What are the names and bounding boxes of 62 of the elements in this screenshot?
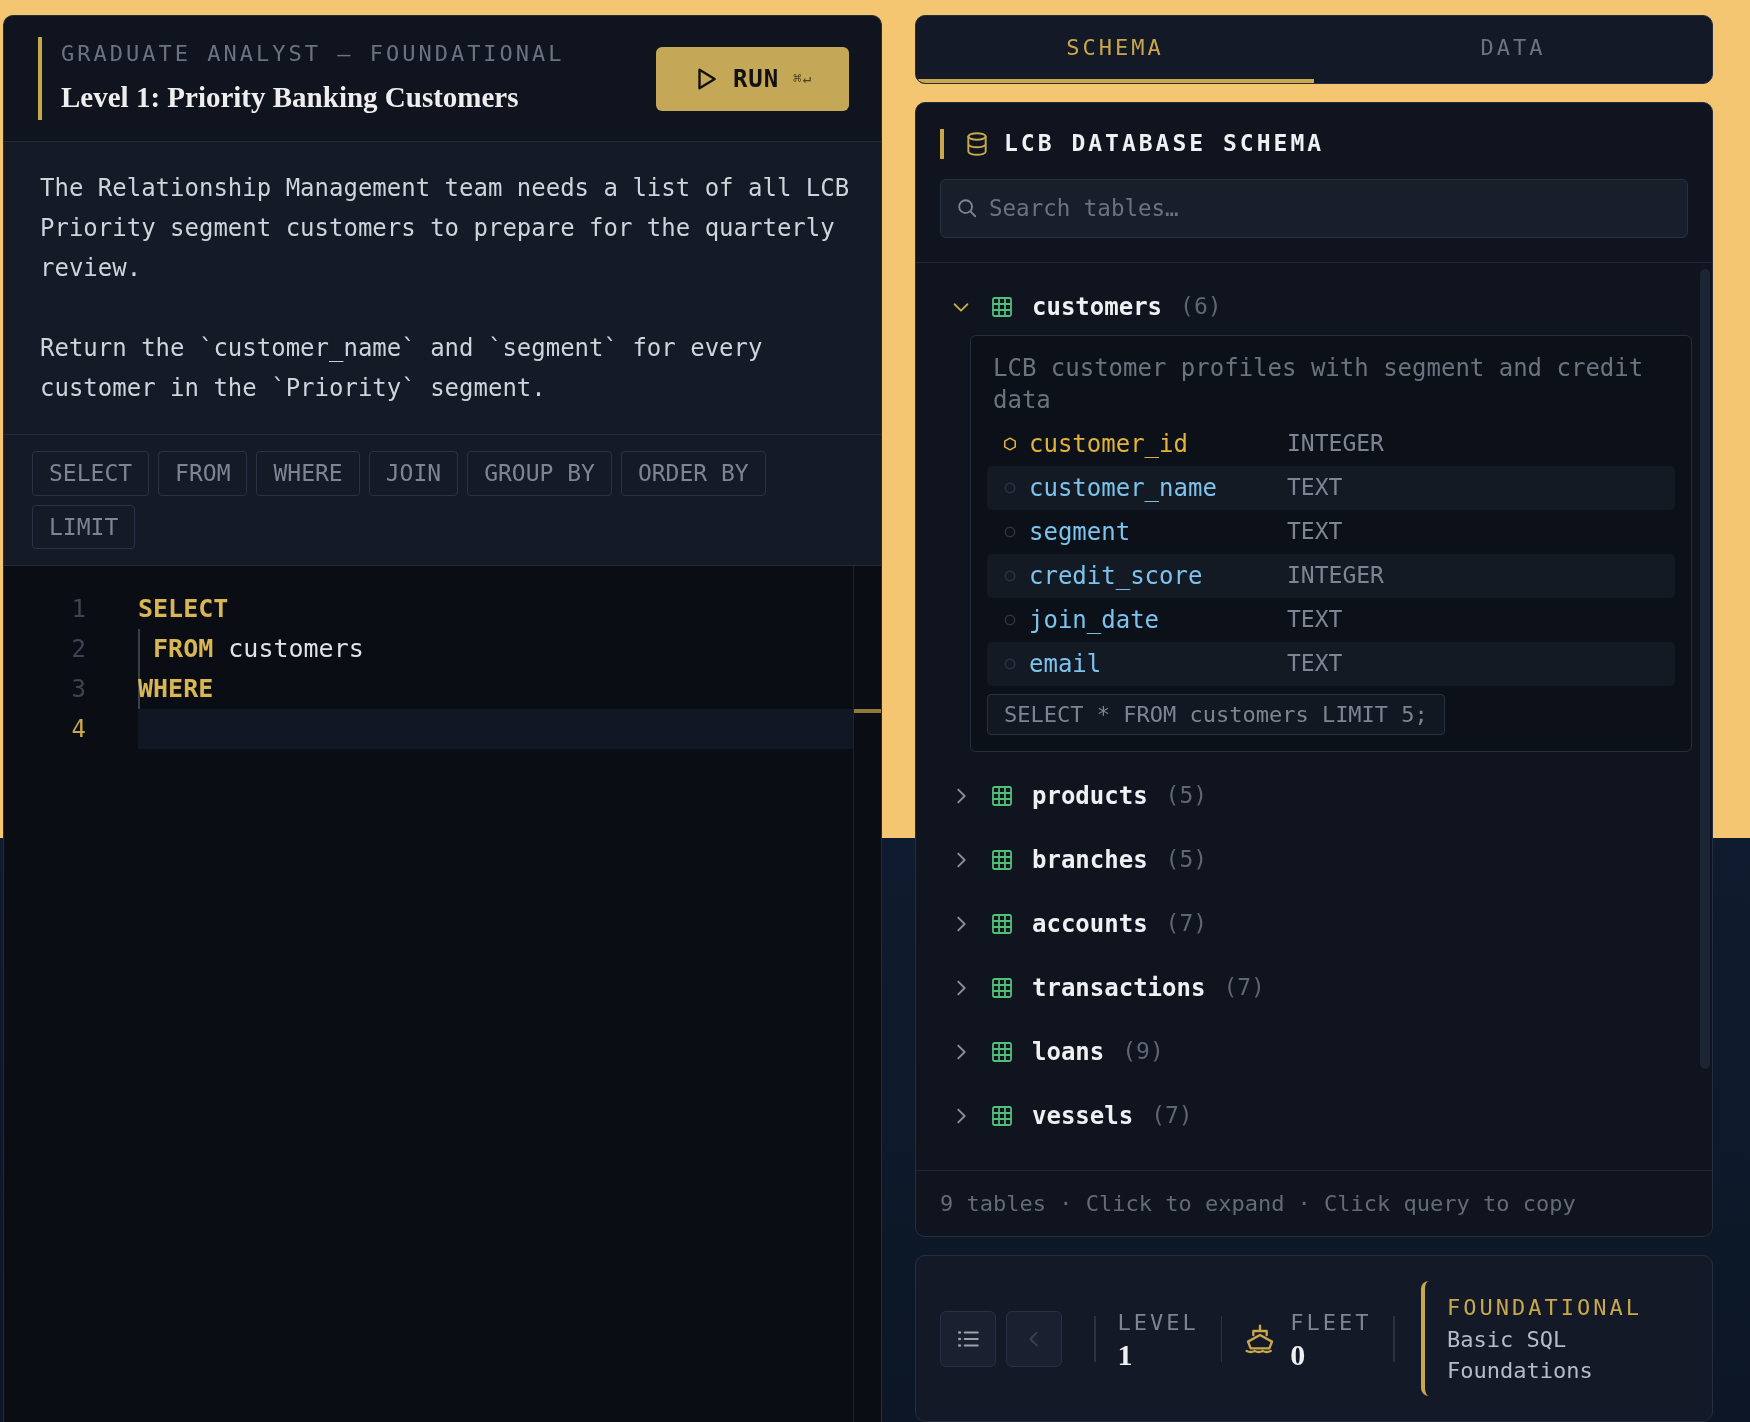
table-row[interactable]: vessels (7) bbox=[950, 1083, 1692, 1148]
level-value: 1 bbox=[1117, 1339, 1134, 1372]
table-description: LCB customer profiles with segment and credit data bbox=[992, 352, 1645, 416]
tier-name: FOUNDATIONAL bbox=[1446, 1294, 1642, 1323]
column-type: TEXT bbox=[1287, 649, 1343, 679]
column-name: customer_id bbox=[1029, 428, 1189, 460]
level-label: LEVEL bbox=[1117, 1309, 1199, 1338]
table-grid-icon bbox=[990, 911, 1014, 936]
line-number: 4 bbox=[70, 714, 86, 745]
column-name: join_date bbox=[1029, 604, 1161, 636]
keyword-chip[interactable]: SELECT bbox=[32, 451, 150, 496]
column-type: INTEGER bbox=[1287, 429, 1384, 459]
column-name: email bbox=[1029, 648, 1103, 680]
task-description: Return the `customer_name` and `segment` for every customer in the `Priority` segment. bbox=[40, 333, 764, 404]
table-row[interactable]: accounts (7) bbox=[950, 891, 1692, 956]
line-number: 1 bbox=[70, 594, 86, 625]
keyword-chip[interactable]: GROUP BY bbox=[467, 451, 612, 496]
run-button[interactable]: RUN ⌘↵ bbox=[656, 46, 849, 111]
column-type: INTEGER bbox=[1287, 561, 1384, 591]
table-row[interactable]: transactions (7) bbox=[950, 955, 1692, 1020]
keyword-chip[interactable]: LIMIT bbox=[32, 504, 136, 549]
column-name: credit_score bbox=[1029, 560, 1204, 592]
fleet-label: FLEET bbox=[1290, 1309, 1372, 1338]
keyword-chip[interactable]: ORDER BY bbox=[620, 451, 766, 496]
menu-button[interactable] bbox=[940, 1310, 996, 1367]
column-type: TEXT bbox=[1287, 517, 1343, 547]
tier-subtitle: Basic SQL Foundations bbox=[1446, 1326, 1594, 1386]
column-name: customer_name bbox=[1029, 472, 1218, 504]
database-icon bbox=[964, 129, 990, 158]
footer-hint: 9 tables · Click to expand · Click query to copy bbox=[940, 1190, 1576, 1219]
table-row[interactable]: branches (5) bbox=[950, 827, 1692, 892]
fleet-value: 0 bbox=[1290, 1339, 1307, 1372]
schema-title: LCB DATABASE SCHEMA bbox=[1004, 129, 1325, 159]
eyebrow-label: GRADUATE ANALYST — FOUNDATIONAL bbox=[61, 40, 565, 69]
search-field[interactable]: Search tables… bbox=[940, 178, 1688, 238]
task-description: The Relationship Management team needs a list of all LCB Priority segment customers to prepare for the quarterly review. bbox=[40, 173, 851, 284]
table-row[interactable]: products (5) bbox=[950, 763, 1692, 828]
table-grid-icon bbox=[990, 975, 1014, 1000]
keyword-chip[interactable]: FROM bbox=[158, 451, 248, 496]
sql-keyword: WHERE bbox=[138, 673, 214, 706]
table-grid-icon bbox=[990, 1039, 1014, 1064]
sample-query[interactable]: SELECT * FROM customers LIMIT 5; bbox=[987, 693, 1445, 735]
keyword-chip[interactable]: WHERE bbox=[256, 451, 360, 496]
line-number: 3 bbox=[70, 674, 86, 705]
table-grid-icon bbox=[990, 847, 1014, 872]
sql-keyword: FROM bbox=[152, 633, 214, 666]
table-row[interactable]: loans (9) bbox=[950, 1019, 1692, 1084]
line-number: 2 bbox=[70, 634, 86, 665]
table-row[interactable]: customers (6) bbox=[950, 274, 1692, 339]
column-name: segment bbox=[1029, 516, 1132, 548]
table-grid-icon bbox=[990, 294, 1014, 319]
table-grid-icon bbox=[990, 783, 1014, 808]
tab[interactable]: DATA bbox=[1314, 16, 1712, 83]
column-type: TEXT bbox=[1287, 473, 1343, 503]
cursor-marker bbox=[854, 709, 881, 713]
level-title: Level 1: Priority Banking Customers bbox=[61, 80, 520, 116]
column-type: TEXT bbox=[1287, 605, 1343, 635]
table-grid-icon bbox=[990, 1103, 1014, 1128]
tab[interactable]: SCHEMA bbox=[916, 16, 1314, 83]
code-text: customers bbox=[227, 633, 364, 666]
sql-keyword: SELECT bbox=[138, 593, 229, 626]
keyword-chip[interactable]: JOIN bbox=[368, 451, 459, 496]
